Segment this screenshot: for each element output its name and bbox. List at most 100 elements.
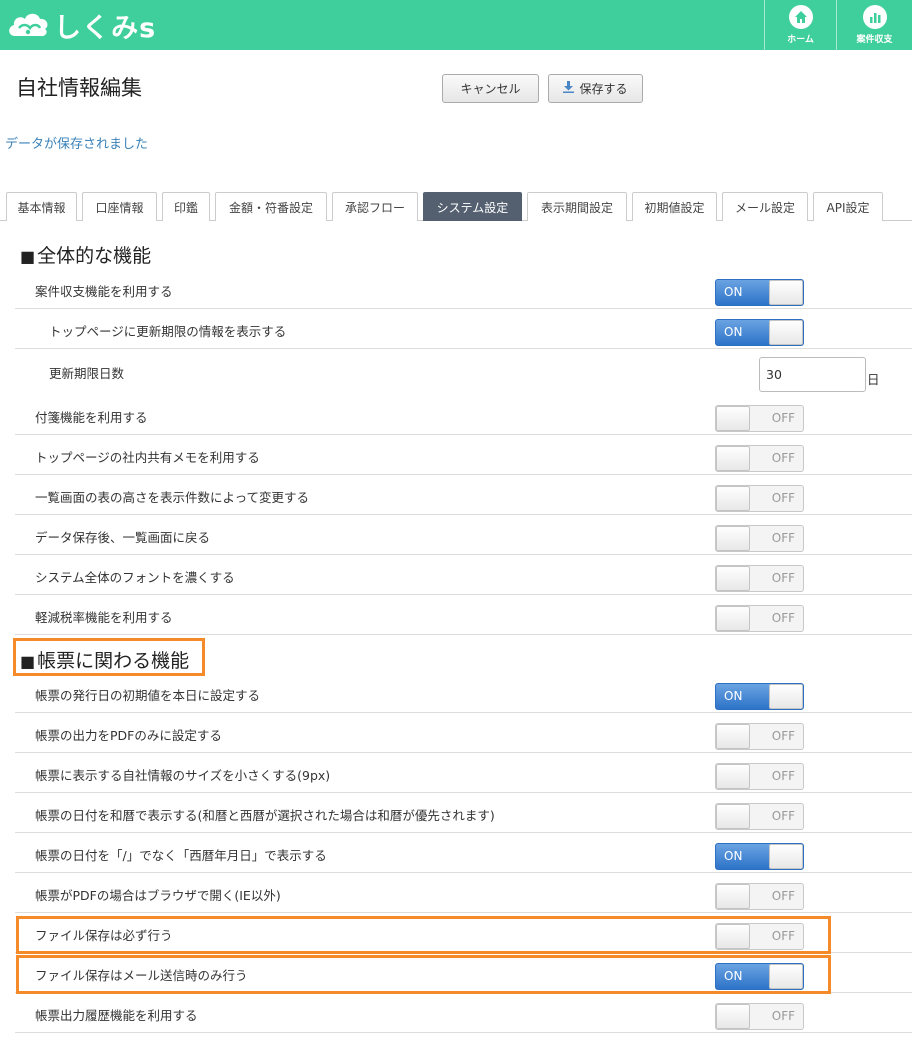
- setting-row: 一覧画面の表の高さを表示件数によって変更する OFF: [15, 475, 912, 515]
- tab-account-info[interactable]: 口座情報: [82, 192, 157, 221]
- cancel-button[interactable]: キャンセル: [442, 74, 539, 103]
- toggle-switch[interactable]: OFF: [715, 803, 804, 830]
- tab-approval-flow[interactable]: 承認フロー: [332, 192, 418, 221]
- renewal-days-input[interactable]: [759, 357, 866, 392]
- setting-row: システム全体のフォントを濃くする OFF: [15, 555, 912, 595]
- tab-api-settings[interactable]: API設定: [813, 192, 883, 221]
- toggle-knob: [769, 280, 803, 305]
- toggle-knob: [716, 606, 750, 631]
- section-title-general: ■ 全体的な機能: [20, 245, 152, 267]
- setting-label: 帳票の日付を「/」でなく「西暦年月日」で表示する: [35, 848, 327, 863]
- toggle-state: ON: [724, 689, 743, 703]
- section-title-forms: ■ 帳票に関わる機能: [20, 650, 190, 672]
- toggle-switch[interactable]: OFF: [715, 405, 804, 432]
- toggle-state: OFF: [771, 491, 795, 505]
- toggle-knob: [716, 526, 750, 551]
- setting-row: 帳票出力履歴機能を利用する OFF: [15, 993, 912, 1033]
- home-icon: [788, 5, 813, 29]
- toggle-state: OFF: [771, 531, 795, 545]
- toggle-knob: [716, 486, 750, 511]
- toggle-knob: [769, 320, 803, 345]
- toggle-switch[interactable]: OFF: [715, 923, 804, 950]
- toggle-state: OFF: [771, 1009, 795, 1023]
- toggle-state: OFF: [771, 451, 795, 465]
- toggle-knob: [769, 844, 803, 869]
- toggle-switch[interactable]: OFF: [715, 605, 804, 632]
- setting-label: 帳票の出力をPDFのみに設定する: [35, 728, 222, 743]
- tab-basic-info[interactable]: 基本情報: [6, 192, 77, 221]
- setting-label: データ保存後、一覧画面に戻る: [35, 530, 211, 545]
- setting-label: トップページに更新期限の情報を表示する: [49, 324, 287, 339]
- brand-logo[interactable]: しくみs: [6, 7, 157, 44]
- toggle-switch[interactable]: OFF: [715, 763, 804, 790]
- nav-budget-label: 案件収支: [856, 35, 893, 45]
- download-icon: [563, 81, 575, 96]
- setting-label: 更新期限日数: [49, 366, 125, 381]
- setting-label: 案件収支機能を利用する: [35, 284, 173, 299]
- toggle-state: OFF: [771, 411, 795, 425]
- tab-seal[interactable]: 印鑑: [162, 192, 210, 221]
- setting-label: トップページの社内共有メモを利用する: [35, 450, 260, 465]
- tab-amount-numbering[interactable]: 金額・符番設定: [215, 192, 327, 221]
- toggle-switch[interactable]: OFF: [715, 723, 804, 750]
- toggle-switch[interactable]: ON: [715, 963, 804, 990]
- setting-label: 帳票出力履歴機能を利用する: [35, 1008, 198, 1023]
- toggle-state: OFF: [771, 769, 795, 783]
- setting-label: 帳票の日付を和暦で表示する(和暦と西暦が選択された場合は和暦が優先されます): [35, 808, 495, 823]
- setting-row: 軽減税率機能を利用する OFF: [15, 595, 912, 635]
- toggle-knob: [716, 406, 750, 431]
- top-header-bar: しくみs ホーム 案件収支: [0, 0, 912, 50]
- setting-label: 軽減税率機能を利用する: [35, 610, 173, 625]
- setting-row: トップページに更新期限の情報を表示する ON: [15, 309, 912, 349]
- tab-system-settings[interactable]: システム設定: [423, 192, 522, 221]
- toggle-knob: [716, 1004, 750, 1029]
- toggle-state: OFF: [771, 571, 795, 585]
- toggle-state: OFF: [771, 889, 795, 903]
- toggle-state: OFF: [771, 611, 795, 625]
- toggle-switch[interactable]: ON: [715, 319, 804, 346]
- setting-row: トップページの社内共有メモを利用する OFF: [15, 435, 912, 475]
- save-button-label: 保存する: [579, 82, 628, 96]
- tab-initial-values[interactable]: 初期値設定: [632, 192, 717, 221]
- toggle-knob: [716, 566, 750, 591]
- setting-row: 帳票の発行日の初期値を本日に設定する ON: [15, 673, 912, 713]
- nav-home-button[interactable]: ホーム: [764, 0, 836, 50]
- toggle-switch[interactable]: OFF: [715, 883, 804, 910]
- setting-label: 帳票がPDFの場合はブラウザで開く(IE以外): [35, 888, 281, 903]
- settings-tabs: 基本情報 口座情報 印鑑 金額・符番設定 承認フロー システム設定 表示期間設定…: [0, 192, 912, 221]
- toggle-state: OFF: [771, 809, 795, 823]
- setting-label: 一覧画面の表の高さを表示件数によって変更する: [35, 490, 310, 505]
- tab-display-period[interactable]: 表示期間設定: [527, 192, 627, 221]
- toggle-switch[interactable]: OFF: [715, 485, 804, 512]
- toggle-switch[interactable]: OFF: [715, 525, 804, 552]
- toggle-knob: [769, 684, 803, 709]
- tab-mail-settings[interactable]: メール設定: [722, 192, 808, 221]
- setting-row: ファイル保存は必ず行う OFF: [15, 913, 912, 953]
- setting-label: システム全体のフォントを濃くする: [35, 570, 235, 585]
- setting-row: 帳票に表示する自社情報のサイズを小さくする(9px) OFF: [15, 753, 912, 793]
- toggle-knob: [716, 724, 750, 749]
- setting-row: 更新期限日数 日: [15, 349, 912, 395]
- save-button[interactable]: 保存する: [548, 74, 643, 103]
- section-title-forms-text: 帳票に関わる機能: [37, 650, 190, 672]
- setting-row: 帳票の日付を「/」でなく「西暦年月日」で表示する ON: [15, 833, 912, 873]
- toggle-switch[interactable]: OFF: [715, 445, 804, 472]
- brand-name: しくみs: [54, 12, 157, 44]
- setting-row: データ保存後、一覧画面に戻る OFF: [15, 515, 912, 555]
- toggle-switch[interactable]: OFF: [715, 1003, 804, 1030]
- nav-budget-button[interactable]: 案件収支: [836, 0, 912, 50]
- setting-row: 案件収支機能を利用する ON: [15, 269, 912, 309]
- toggle-switch[interactable]: ON: [715, 683, 804, 710]
- toggle-knob: [769, 964, 803, 989]
- page-title: 自社情報編集: [16, 76, 142, 100]
- toggle-state: ON: [724, 285, 743, 299]
- setting-label: ファイル保存はメール送信時のみ行う: [35, 968, 248, 983]
- setting-row: 付箋機能を利用する OFF: [15, 395, 912, 435]
- toggle-switch[interactable]: ON: [715, 843, 804, 870]
- toggle-state: ON: [724, 849, 743, 863]
- setting-row: 帳票の出力をPDFのみに設定する OFF: [15, 713, 912, 753]
- toggle-state: ON: [724, 325, 743, 339]
- toggle-switch[interactable]: ON: [715, 279, 804, 306]
- setting-label: ファイル保存は必ず行う: [35, 928, 173, 943]
- toggle-switch[interactable]: OFF: [715, 565, 804, 592]
